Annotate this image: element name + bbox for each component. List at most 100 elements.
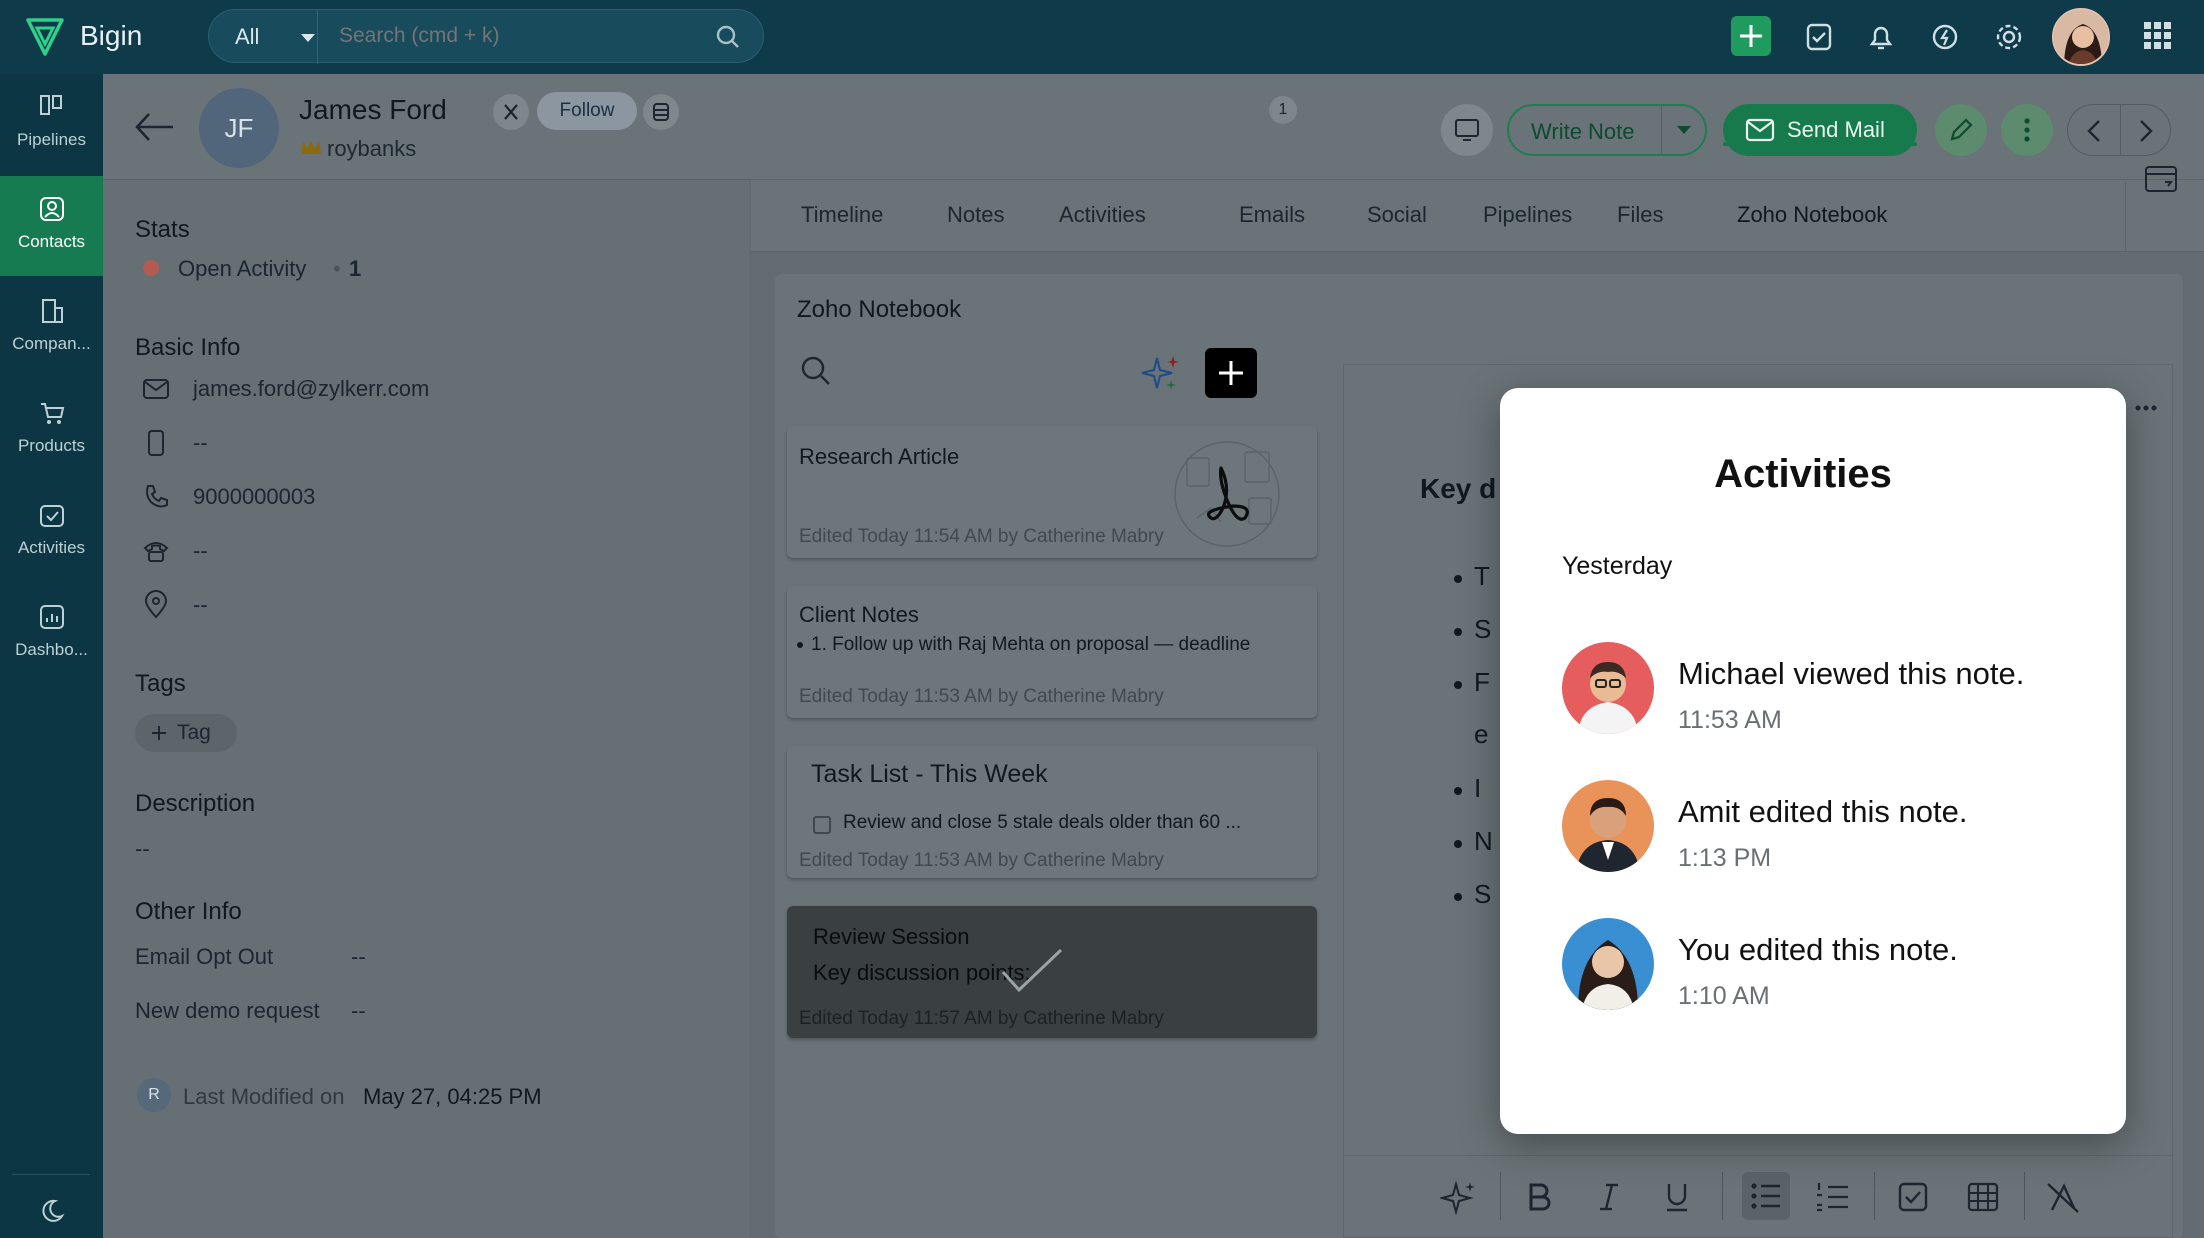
table-icon[interactable] xyxy=(1964,1178,2002,1216)
note-card-task-list[interactable]: Task List - This Week Review and close 5… xyxy=(787,746,1317,878)
tab-notes[interactable]: Notes xyxy=(947,202,1004,228)
note-title: Task List - This Week xyxy=(811,760,1048,788)
user-avatar[interactable] xyxy=(2052,8,2110,66)
tab-activities[interactable]: Activities xyxy=(1059,202,1146,228)
search-scope-select[interactable]: All xyxy=(235,24,259,50)
clear-format-icon[interactable] xyxy=(2044,1178,2082,1216)
note-card-client-notes[interactable]: Client Notes 1. Follow up with Raj Mehta… xyxy=(787,586,1317,718)
activity-day-label: Yesterday xyxy=(1562,552,1673,580)
more-horizontal-icon[interactable] xyxy=(2134,403,2164,413)
gear-icon[interactable] xyxy=(1988,16,2030,58)
tab-emails[interactable]: Emails xyxy=(1239,202,1305,228)
moon-icon[interactable] xyxy=(36,1196,66,1226)
checklist-icon[interactable] xyxy=(1894,1178,1932,1216)
chevron-down-icon[interactable] xyxy=(1677,126,1691,134)
pencil-icon xyxy=(1950,118,1973,141)
checkbox-icon[interactable] xyxy=(813,816,831,834)
toolbar-divider xyxy=(1500,1172,1501,1220)
tab-pipelines[interactable]: Pipelines xyxy=(1483,202,1572,228)
edit-button[interactable] xyxy=(1935,104,1987,156)
bullet-dot xyxy=(797,642,803,648)
search-icon[interactable] xyxy=(715,24,741,50)
toolbar-divider xyxy=(2024,1172,2025,1220)
x-social-icon[interactable] xyxy=(493,94,529,130)
sidebar-item-activities[interactable]: Activities xyxy=(0,482,103,582)
activity-text: You edited this note. xyxy=(1678,932,1958,967)
note-meta: Edited Today 11:53 AM by Catherine Mabry xyxy=(799,686,1164,707)
search-input[interactable] xyxy=(339,24,699,48)
tab-timeline[interactable]: Timeline xyxy=(801,202,883,228)
apps-grid-icon[interactable] xyxy=(2142,20,2174,52)
contacts-icon xyxy=(39,197,64,221)
chevron-down-icon[interactable] xyxy=(301,34,315,42)
telephone-icon xyxy=(143,542,169,562)
open-activity-label[interactable]: Open Activity xyxy=(178,256,306,282)
other-phone-value: -- xyxy=(193,538,208,563)
expand-panel-icon[interactable] xyxy=(2143,162,2179,196)
sidebar-item-dashboards[interactable]: Dashbo... xyxy=(0,584,103,684)
ai-sparkle-icon[interactable] xyxy=(1137,350,1185,398)
last-modified-label: Last Modified on xyxy=(183,1084,345,1109)
note-card-review-session[interactable]: Review Session Key discussion points: Ed… xyxy=(787,906,1317,1038)
editor-bullet: T xyxy=(1474,561,1490,591)
mobile-icon xyxy=(148,430,164,456)
chevron-right-icon[interactable] xyxy=(2132,117,2158,145)
quick-create-button[interactable] xyxy=(1731,16,1771,56)
pipelines-icon xyxy=(39,95,62,115)
sidebar-item-companies[interactable]: Compan... xyxy=(0,278,103,378)
status-dot xyxy=(143,260,159,276)
tab-files[interactable]: Files xyxy=(1617,202,1663,228)
contact-avatar[interactable]: JF xyxy=(199,88,279,168)
numbered-list-icon[interactable] xyxy=(1814,1178,1852,1216)
bell-icon[interactable] xyxy=(1860,16,1902,58)
add-note-button[interactable] xyxy=(1205,348,1257,398)
description-title: Description xyxy=(135,790,256,817)
upgrade-icon[interactable] xyxy=(1924,16,1966,58)
bullet-list-button[interactable] xyxy=(1742,1172,1790,1220)
tasks-check-icon[interactable] xyxy=(1798,16,1840,58)
send-mail-button[interactable]: Send Mail xyxy=(1723,104,1917,156)
note-meta: Edited Today 11:53 AM by Catherine Mabry xyxy=(799,850,1164,871)
plus-icon xyxy=(1219,361,1243,385)
email-opt-out-label: Email Opt Out xyxy=(135,944,274,969)
app-name: Bigin xyxy=(80,20,143,51)
italic-icon[interactable] xyxy=(1592,1180,1626,1214)
write-note-button[interactable]: Write Note xyxy=(1507,104,1707,156)
screen-share-button[interactable] xyxy=(1441,104,1493,156)
bold-icon[interactable] xyxy=(1522,1180,1556,1214)
tab-social[interactable]: Social xyxy=(1367,202,1427,228)
database-icon[interactable] xyxy=(643,94,679,130)
note-body: 1. Follow up with Raj Mehta on proposal … xyxy=(811,634,1251,655)
avatar-amit xyxy=(1562,780,1654,872)
stats-separator: • xyxy=(333,256,341,281)
ai-sparkle-icon[interactable] xyxy=(1440,1178,1478,1216)
contact-name: James Ford xyxy=(299,94,447,125)
underline-icon[interactable] xyxy=(1660,1180,1694,1214)
sidebar-item-contacts[interactable]: Contacts xyxy=(0,176,103,276)
activities-icon xyxy=(39,505,64,527)
bigin-logo-icon[interactable] xyxy=(22,14,68,60)
note-card-research-article[interactable]: Research Article Edited Today 11:54 AM b… xyxy=(787,426,1317,558)
chevron-left-icon[interactable] xyxy=(2082,117,2108,145)
bullet-dot xyxy=(1454,787,1462,795)
kebab-menu-icon xyxy=(2024,118,2030,142)
sidebar-item-label: Pipelines xyxy=(17,130,86,149)
follow-button[interactable]: Follow xyxy=(537,92,637,130)
tab-zoho-notebook[interactable]: Zoho Notebook xyxy=(1737,202,1887,228)
sidebar-item-pipelines[interactable]: Pipelines xyxy=(0,74,103,174)
sidebar-item-products[interactable]: Products xyxy=(0,380,103,480)
phone-value[interactable]: 9000000003 xyxy=(193,484,315,510)
note-meta: Edited Today 11:54 AM by Catherine Mabry xyxy=(799,526,1164,547)
sidebar-item-label: Compan... xyxy=(12,334,91,353)
plus-icon xyxy=(1740,25,1762,47)
note-meta: Edited Today 11:57 AM by Catherine Mabry xyxy=(799,1008,1164,1029)
email-value[interactable]: james.ford@zylkerr.com xyxy=(193,376,429,402)
bullet-dot xyxy=(1454,681,1462,689)
search-icon[interactable] xyxy=(799,354,833,388)
avatar-you xyxy=(1562,918,1654,1010)
basic-info-title: Basic Info xyxy=(135,334,241,361)
editor-toolbar xyxy=(1344,1155,2174,1238)
back-arrow-icon[interactable] xyxy=(133,110,175,144)
more-options-button[interactable] xyxy=(2001,104,2053,156)
add-tag-button[interactable]: Tag xyxy=(135,714,237,752)
